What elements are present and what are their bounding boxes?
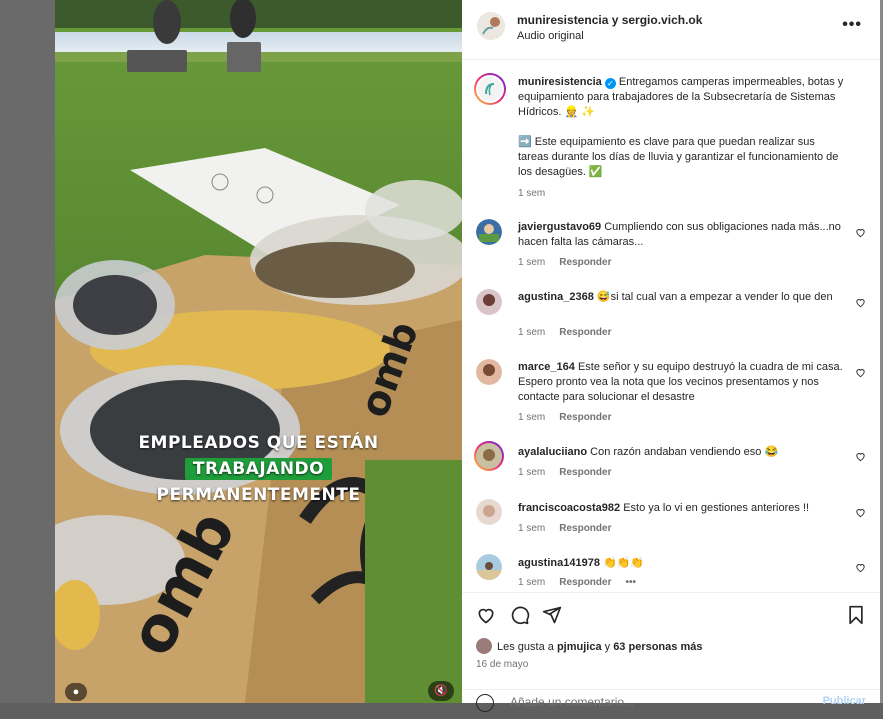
- speaker-muted-icon[interactable]: 🔇: [428, 681, 454, 701]
- publish-button[interactable]: Publicar: [823, 695, 866, 707]
- verified-badge-icon: ✓: [604, 78, 616, 89]
- comment-username[interactable]: agustina141978: [518, 557, 600, 569]
- author-avatar[interactable]: [474, 73, 506, 105]
- comment-body: Esto ya lo vi en gestiones anteriores !!: [623, 502, 810, 514]
- likes-conjunction: y: [604, 641, 611, 653]
- comment-time: 1 sem: [518, 577, 546, 588]
- video-tag-icon[interactable]: ●: [65, 683, 87, 701]
- comment-text: agustina141978 👏👏👏: [518, 556, 848, 571]
- caption-username[interactable]: muniresistencia: [518, 76, 602, 88]
- likes-user[interactable]: pjmujica: [557, 641, 602, 653]
- like-comment-heart-icon[interactable]: [855, 297, 866, 308]
- comment-body: 😅si tal cual van a empezar a vender lo q…: [596, 291, 833, 303]
- comment-text: agustina_2368 😅si tal cual van a empezar…: [518, 290, 848, 305]
- comment-item: franciscoacosta982 Esto ya lo vi en gest…: [462, 497, 880, 543]
- post-panel: muniresistencia y sergio.vich.ok Audio o…: [462, 0, 880, 712]
- bookmark-icon[interactable]: [846, 605, 866, 625]
- commenter-avatar[interactable]: [476, 499, 502, 525]
- video-caption-line1: EMPLEADOS QUE ESTÁN: [138, 433, 379, 453]
- comment-input[interactable]: Añade un comentario...: [510, 695, 634, 709]
- comment-item: ayalaluciiano Con razón andaban vendiend…: [462, 441, 880, 487]
- likes-prefix: Les gusta a: [497, 641, 554, 653]
- post-actions: Les gusta a pjmujica y 63 personas más 1…: [462, 592, 880, 712]
- video-caption-line3: PERMANENTEMENTE: [156, 485, 361, 505]
- comment-username[interactable]: javiergustavo69: [518, 221, 601, 233]
- comment-meta: 1 sem Responder: [518, 523, 611, 534]
- commenter-avatar[interactable]: [476, 359, 502, 385]
- video-caption-highlight: TRABAJANDO: [184, 458, 333, 480]
- comment-item: agustina141978 👏👏👏 1 sem Responder •••: [462, 552, 880, 591]
- like-comment-heart-icon[interactable]: [855, 367, 866, 378]
- comment-text: franciscoacosta982 Esto ya lo vi en gest…: [518, 501, 848, 516]
- caption-time: 1 sem: [518, 188, 546, 199]
- reply-button[interactable]: Responder: [559, 523, 611, 534]
- comment-options-icon[interactable]: •••: [625, 577, 636, 588]
- comment-username[interactable]: marce_164: [518, 361, 575, 373]
- comment-item: marce_164 Este señor y su equipo destruy…: [462, 357, 880, 433]
- like-comment-heart-icon[interactable]: [855, 227, 866, 238]
- comment-item: agustina_2368 😅si tal cual van a empezar…: [462, 287, 880, 347]
- video-caption-line2: TRABAJANDO: [55, 458, 462, 480]
- post-authors[interactable]: muniresistencia y sergio.vich.ok: [517, 13, 702, 27]
- commenter-avatar[interactable]: [476, 289, 502, 315]
- add-comment-bar: Añade un comentario... Publicar: [462, 689, 880, 719]
- audio-label[interactable]: Audio original: [517, 30, 584, 42]
- post-header: muniresistencia y sergio.vich.ok Audio o…: [462, 0, 880, 60]
- comment-username[interactable]: agustina_2368: [518, 291, 594, 303]
- comment-meta: 1 sem Responder: [518, 327, 611, 338]
- post-caption: muniresistencia ✓ Entregamos camperas im…: [462, 61, 880, 211]
- like-comment-heart-icon[interactable]: [855, 562, 866, 573]
- caption-text: muniresistencia ✓ Entregamos camperas im…: [518, 75, 848, 180]
- likes-summary[interactable]: Les gusta a pjmujica y 63 personas más: [497, 641, 702, 653]
- comment-text: ayalaluciiano Con razón andaban vendiend…: [518, 445, 848, 460]
- backdrop-left: [0, 0, 55, 703]
- post-video[interactable]: omb omb EMPLEADOS QUE ESTÁN TRABAJANDO P…: [55, 0, 462, 703]
- commenter-avatar[interactable]: [476, 219, 502, 245]
- comment-meta: 1 sem Responder: [518, 257, 611, 268]
- caption-paragraph-2: ➡️ Este equipamiento es clave para que p…: [518, 136, 839, 178]
- commenter-avatar[interactable]: [474, 441, 504, 471]
- comment-meta: 1 sem Responder: [518, 412, 611, 423]
- comments-list: muniresistencia ✓ Entregamos camperas im…: [462, 61, 880, 591]
- comment-time: 1 sem: [518, 412, 546, 423]
- comment-icon[interactable]: [510, 605, 530, 625]
- reply-button[interactable]: Responder: [559, 257, 611, 268]
- comment-body: Con razón andaban vendiendo eso 😂: [590, 446, 779, 458]
- like-comment-heart-icon[interactable]: [855, 507, 866, 518]
- heart-icon[interactable]: [476, 605, 496, 625]
- comment-username[interactable]: ayalaluciiano: [518, 446, 587, 458]
- comment-body: 👏👏👏: [603, 557, 645, 569]
- commenter-avatar[interactable]: [476, 554, 502, 580]
- comment-username[interactable]: franciscoacosta982: [518, 502, 620, 514]
- post-date: 16 de mayo: [476, 659, 529, 670]
- more-horizontal-icon[interactable]: •••: [842, 16, 862, 34]
- like-comment-heart-icon[interactable]: [855, 451, 866, 462]
- comment-meta: 1 sem Responder: [518, 467, 611, 478]
- comment-time: 1 sem: [518, 523, 546, 534]
- share-icon[interactable]: [542, 605, 562, 625]
- reply-button[interactable]: Responder: [559, 577, 611, 588]
- emoji-icon[interactable]: [476, 694, 494, 712]
- reply-button[interactable]: Responder: [559, 327, 611, 338]
- likes-count[interactable]: 63 personas más: [613, 641, 702, 653]
- comment-time: 1 sem: [518, 327, 546, 338]
- liker-avatar[interactable]: [476, 638, 492, 654]
- comment-text: javiergustavo69 Cumpliendo con sus oblig…: [518, 220, 848, 250]
- reply-button[interactable]: Responder: [559, 467, 611, 478]
- comment-time: 1 sem: [518, 257, 546, 268]
- comment-text: marce_164 Este señor y su equipo destruy…: [518, 360, 848, 405]
- comment-time: 1 sem: [518, 467, 546, 478]
- video-frame-illustration: omb omb: [55, 0, 462, 703]
- author-avatar[interactable]: [477, 12, 505, 40]
- comment-meta: 1 sem Responder •••: [518, 577, 636, 588]
- reply-button[interactable]: Responder: [559, 412, 611, 423]
- comment-item: javiergustavo69 Cumpliendo con sus oblig…: [462, 217, 880, 277]
